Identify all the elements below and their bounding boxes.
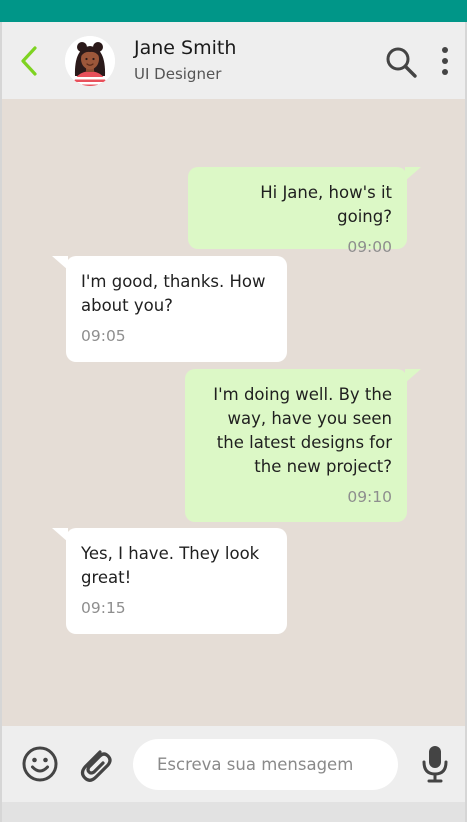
message-time: 09:15 bbox=[81, 599, 126, 617]
paperclip-icon bbox=[80, 750, 112, 782]
emoji-icon bbox=[22, 746, 58, 782]
contact-role: UI Designer bbox=[134, 65, 222, 83]
message-text: Hi Jane, how's it going? bbox=[260, 183, 392, 226]
status-bar bbox=[0, 0, 467, 22]
chat-header: Jane Smith UI Designer bbox=[0, 22, 467, 99]
contact-name: Jane Smith bbox=[134, 37, 237, 59]
message-text: Yes, I have. They look great! bbox=[81, 544, 260, 587]
message-time: 09:05 bbox=[81, 327, 126, 345]
message-time: 09:10 bbox=[347, 488, 392, 506]
more-options-button[interactable] bbox=[435, 44, 455, 78]
avatar-woman-icon bbox=[65, 36, 115, 86]
search-icon bbox=[386, 47, 417, 78]
back-button[interactable] bbox=[16, 44, 46, 78]
message-list[interactable]: Hi Jane, how's it going? 09:00 I'm good,… bbox=[0, 99, 467, 726]
message-received: I'm good, thanks. How about you? 09:05 bbox=[52, 256, 287, 362]
message-sent: Hi Jane, how's it going? 09:00 bbox=[188, 167, 421, 256]
message-text: I'm doing well. By the way, have you see… bbox=[213, 385, 392, 476]
emoji-button[interactable] bbox=[21, 745, 59, 783]
message-composer bbox=[0, 726, 467, 802]
bottom-bar bbox=[0, 802, 467, 822]
microphone-button[interactable] bbox=[421, 744, 449, 784]
search-button[interactable] bbox=[383, 44, 419, 80]
avatar[interactable] bbox=[65, 36, 115, 86]
message-time: 09:00 bbox=[347, 238, 392, 256]
more-vertical-icon bbox=[442, 47, 448, 75]
attach-button[interactable] bbox=[74, 743, 114, 785]
message-input[interactable] bbox=[133, 739, 398, 790]
microphone-icon bbox=[422, 746, 448, 783]
message-sent: I'm doing well. By the way, have you see… bbox=[185, 369, 421, 522]
chevron-left-icon bbox=[21, 46, 37, 76]
message-text: I'm good, thanks. How about you? bbox=[81, 272, 266, 315]
message-received: Yes, I have. They look great! 09:15 bbox=[52, 528, 287, 634]
